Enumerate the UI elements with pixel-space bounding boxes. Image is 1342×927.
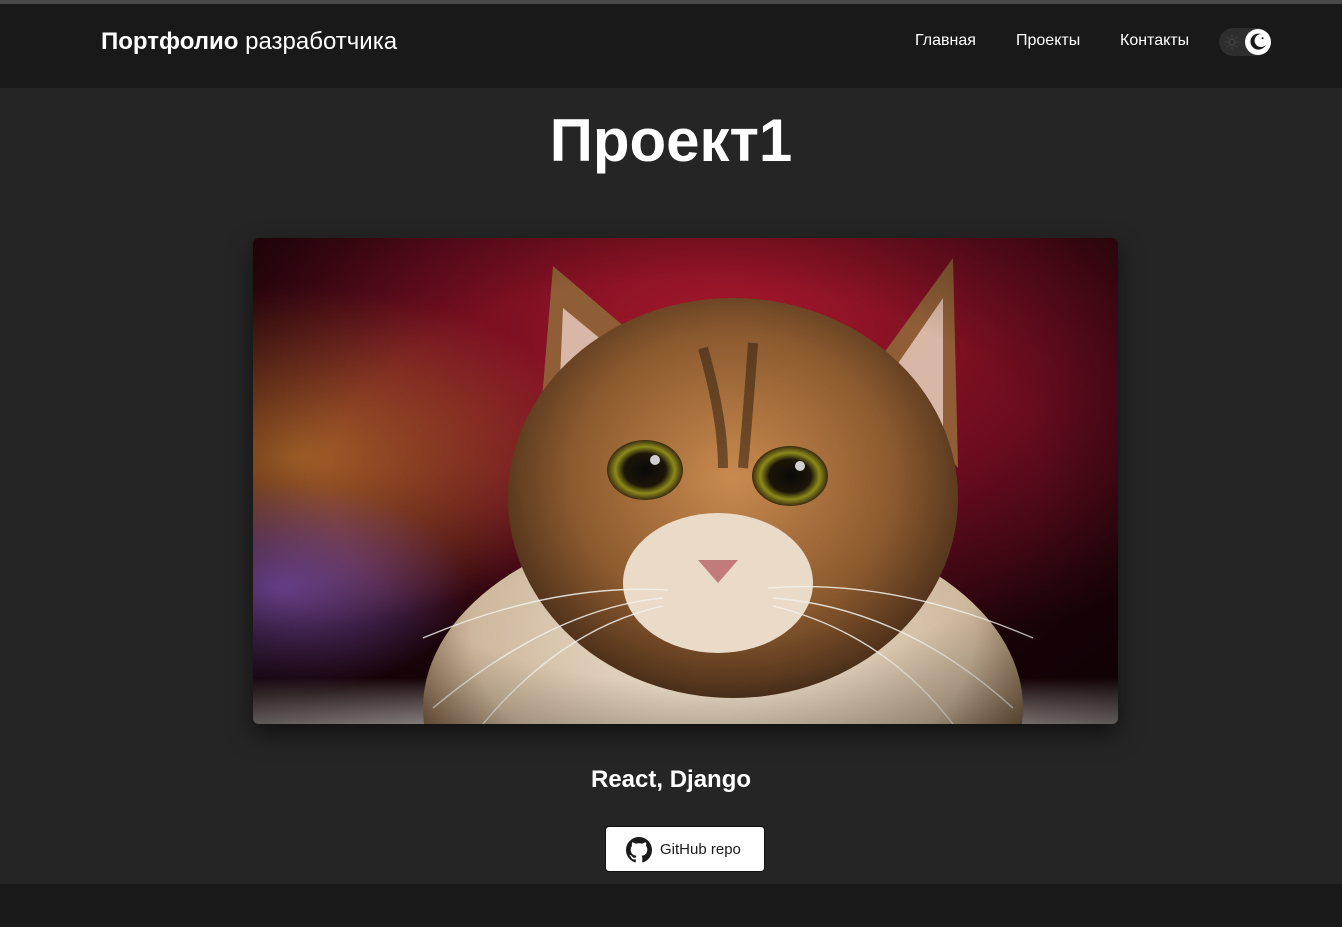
nav-link-contacts[interactable]: Контакты — [1120, 31, 1189, 51]
project-stack: React, Django — [590, 766, 752, 793]
cat-photo — [253, 238, 1118, 724]
github-repo-label: GitHub repo — [660, 841, 741, 858]
toggle-knob[interactable] — [1245, 29, 1271, 55]
brand-bold-text: Портфолио — [101, 28, 239, 55]
brand-regular-text: разработчика — [245, 28, 398, 55]
navbar: Портфолио разработчика Главная Проекты К… — [0, 4, 1342, 88]
main-content: Проект1 React, Django GitHub repo — [0, 88, 1342, 884]
project-title: Проект1 — [549, 107, 793, 174]
nav-link-projects[interactable]: Проекты — [1016, 31, 1080, 51]
footer — [0, 884, 1342, 927]
theme-toggle[interactable] — [1219, 28, 1271, 56]
github-repo-button[interactable]: GitHub repo — [605, 826, 765, 872]
nav-link-home[interactable]: Главная — [915, 31, 976, 51]
brand-logo[interactable]: Портфолио разработчика — [101, 26, 397, 58]
github-icon — [626, 837, 652, 863]
moon-icon — [1250, 33, 1266, 50]
project-image — [253, 238, 1118, 724]
sun-icon — [1224, 34, 1240, 50]
